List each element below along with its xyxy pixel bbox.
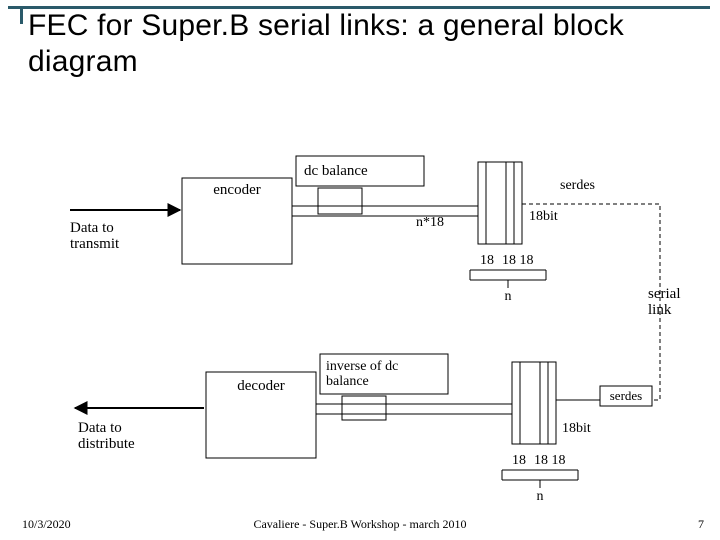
data-dx-label: Data todistribute (78, 420, 135, 452)
footer-center: Cavaliere - Super.B Workshop - march 201… (0, 517, 720, 532)
decoder-label: decoder (237, 378, 284, 394)
b18b: 18 18 (534, 453, 566, 468)
data-tx-label: Data totransmit (70, 220, 120, 252)
serdes-top-label: serdes (560, 178, 595, 193)
serial-link-label: seriallink (648, 286, 680, 318)
encoder-label: encoder (213, 182, 260, 198)
b18a: 18 (512, 453, 526, 468)
dc-balance-label: dc balance (304, 163, 368, 179)
tn-top: n (505, 289, 512, 304)
bits18-bottom: 18bit (562, 421, 591, 436)
tn-bottom: n (537, 489, 544, 504)
t18b: 18 18 (502, 253, 534, 268)
serdes-bottom-label: serdes (610, 388, 643, 403)
diagram-canvas: Data totransmit encoder dc balance n*18 … (0, 0, 720, 540)
t18a: 18 (480, 253, 494, 268)
bits18-top: 18bit (529, 209, 558, 224)
n18-label: n*18 (416, 215, 444, 230)
footer-page: 7 (698, 517, 704, 532)
